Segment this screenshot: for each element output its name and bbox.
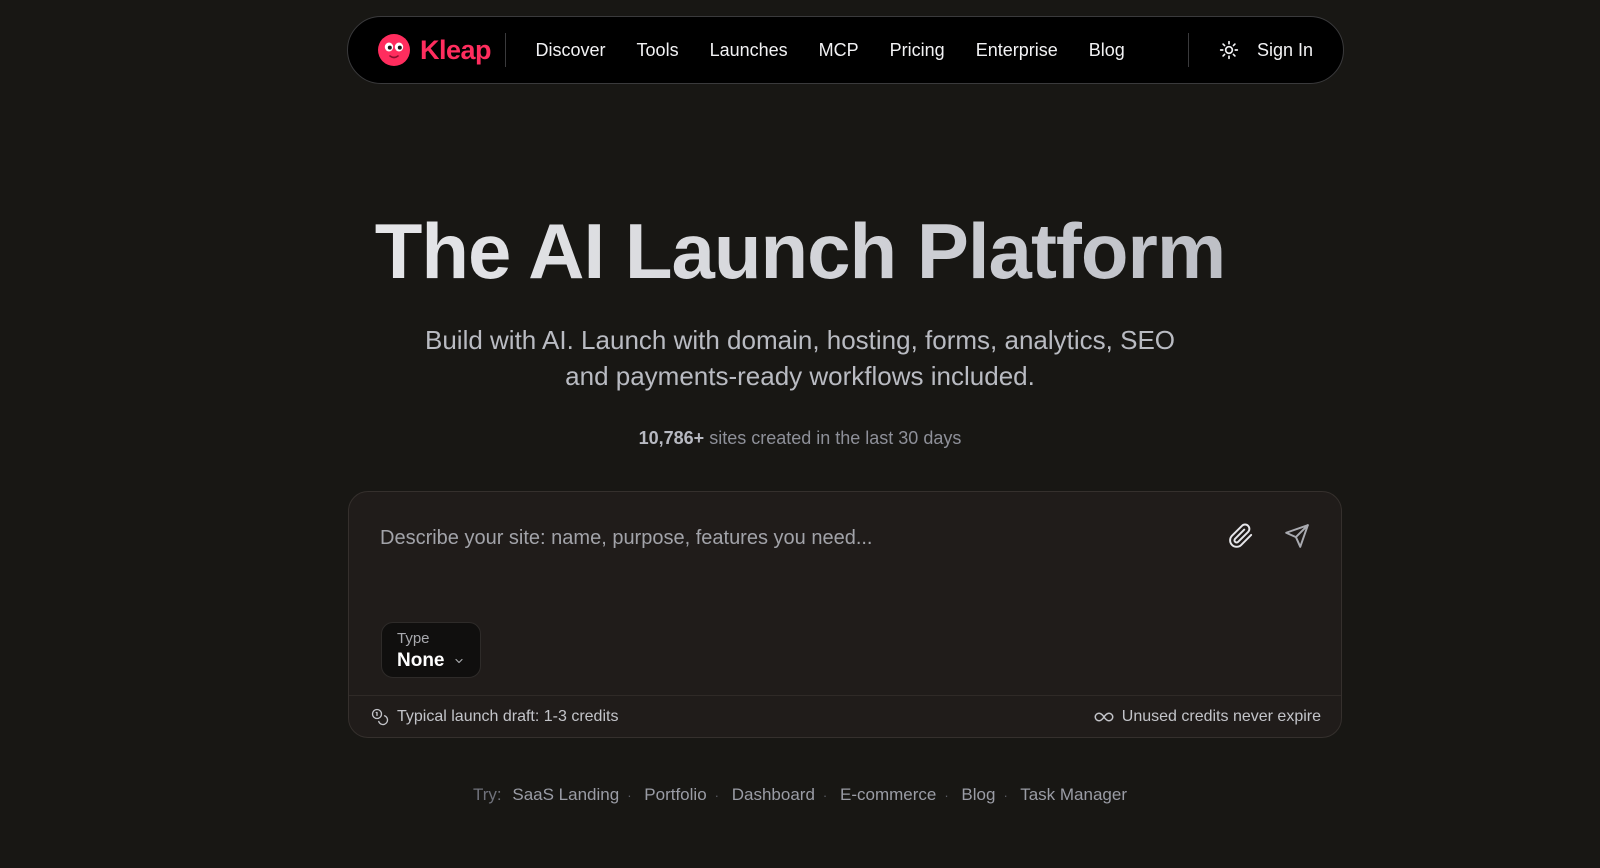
nav-link-mcp[interactable]: MCP xyxy=(803,40,874,61)
try-task-manager[interactable]: Task Manager xyxy=(1020,785,1127,804)
attach-file-button[interactable] xyxy=(1221,516,1261,556)
brand-logo-link[interactable]: Kleap xyxy=(378,34,492,66)
sun-icon xyxy=(1219,40,1239,60)
sign-in-link[interactable]: Sign In xyxy=(1257,40,1313,61)
try-blog[interactable]: Blog xyxy=(961,785,995,804)
credits-info-text: Typical launch draft: 1-3 credits xyxy=(397,707,619,725)
try-dashboard[interactable]: Dashboard xyxy=(732,785,815,804)
prompt-box: Type None Typical launch draft: 1-3 cred… xyxy=(348,491,1342,738)
nav-links: Discover Tools Launches MCP Pricing Ente… xyxy=(520,40,1140,61)
try-suggestions: Try: SaaS Landing · Portfolio · Dashboard ·… xyxy=(0,785,1600,805)
type-select[interactable]: Type None xyxy=(381,622,481,678)
chevron-down-icon xyxy=(454,658,463,664)
brand-name: Kleap xyxy=(420,34,492,65)
nav-link-pricing[interactable]: Pricing xyxy=(874,40,960,61)
nav-link-enterprise[interactable]: Enterprise xyxy=(960,40,1073,61)
type-select-label: Type xyxy=(397,630,430,647)
credits-expire-info: Unused credits never expire xyxy=(1094,708,1321,726)
nav-divider-right xyxy=(1187,33,1189,67)
prompt-footer: Typical launch draft: 1-3 credits Unused… xyxy=(349,695,1341,737)
separator-dot: · xyxy=(822,788,828,803)
hero-title: The AI Launch Platform xyxy=(0,206,1600,297)
sites-created-stat: 10,786+ sites created in the last 30 day… xyxy=(0,428,1600,449)
nav-link-tools[interactable]: Tools xyxy=(621,40,694,61)
sites-stat-text: sites created in the last 30 days xyxy=(704,428,962,448)
separator-dot: · xyxy=(627,788,632,803)
credits-info: Typical launch draft: 1-3 credits xyxy=(371,708,618,726)
try-portfolio[interactable]: Portfolio xyxy=(644,785,706,804)
hero-subtitle: Build with AI. Launch with domain, hosti… xyxy=(0,322,1600,394)
separator-dot: · xyxy=(1003,788,1008,803)
hero-subtitle-line1: Build with AI. Launch with domain, hosti… xyxy=(424,325,1176,355)
send-button[interactable] xyxy=(1277,516,1317,556)
type-select-value: None xyxy=(397,650,445,671)
infinity-icon xyxy=(1094,711,1114,722)
nav-link-discover[interactable]: Discover xyxy=(520,40,621,61)
theme-toggle-button[interactable] xyxy=(1209,30,1249,70)
type-value-row: None xyxy=(397,650,465,672)
coins-icon xyxy=(371,708,389,725)
sites-count: 10,786+ xyxy=(638,428,705,448)
kleap-mascot-icon xyxy=(378,34,410,66)
separator-dot: · xyxy=(714,788,719,803)
separator-dot: · xyxy=(944,788,949,803)
nav-link-blog[interactable]: Blog xyxy=(1073,40,1140,61)
paperclip-icon xyxy=(1229,523,1253,548)
top-navbar: Kleap Discover Tools Launches MCP Pricin… xyxy=(347,16,1344,84)
try-ecommerce[interactable]: E-commerce xyxy=(840,785,936,804)
send-icon xyxy=(1285,524,1309,548)
nav-link-launches[interactable]: Launches xyxy=(694,40,803,61)
try-label: Try: xyxy=(473,785,502,804)
nav-divider xyxy=(505,33,507,67)
hero-subtitle-line2: and payments-ready workflows included. xyxy=(565,361,1035,391)
site-description-input[interactable] xyxy=(380,518,1200,558)
try-saas-landing[interactable]: SaaS Landing xyxy=(512,785,619,804)
nav-right: Sign In xyxy=(1174,30,1313,70)
credits-expire-text: Unused credits never expire xyxy=(1121,707,1321,725)
